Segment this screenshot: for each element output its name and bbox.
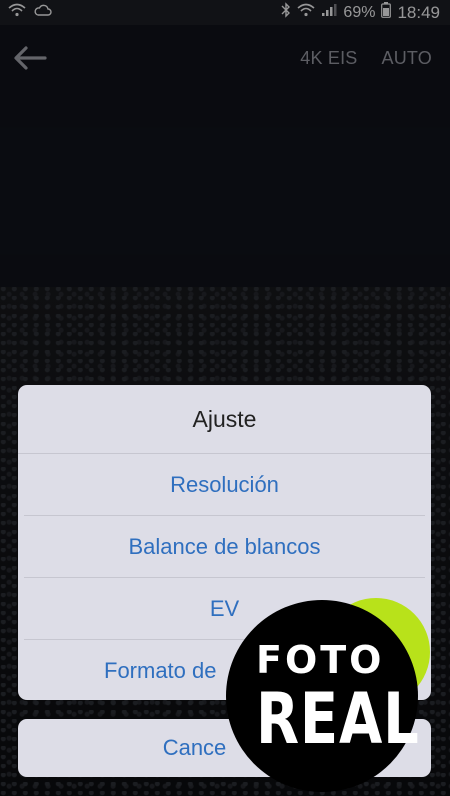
badge-line-2: REAL [256,678,420,760]
dialog-title: Ajuste [18,385,431,454]
cancel-label: Cance [162,735,227,760]
foto-real-badge: FOTO REAL [226,600,420,792]
badge-line-1: FOTO [256,638,385,682]
option-white-balance[interactable]: Balance de blancos [24,516,425,578]
option-resolution[interactable]: Resolución [24,454,425,516]
